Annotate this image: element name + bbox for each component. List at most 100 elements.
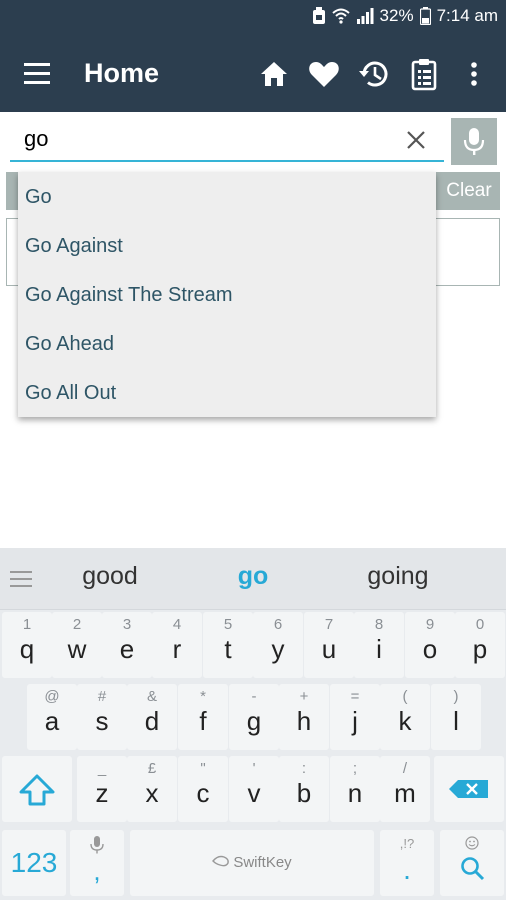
key-hint: 5 (223, 616, 233, 633)
screen: 32% 7:14 am Home go Clear Go Go Against … (0, 0, 506, 900)
key-hint: 9 (425, 616, 435, 633)
keyboard-menu-icon[interactable] (10, 570, 34, 588)
close-icon[interactable] (402, 126, 430, 154)
emoji-icon (465, 836, 479, 855)
key-label: c (196, 778, 210, 808)
key-hint: ( (402, 688, 408, 705)
key-hint: 6 (273, 616, 283, 633)
key-w[interactable]: 2w (52, 612, 102, 678)
key-label: d (144, 706, 160, 736)
key-s[interactable]: # s (77, 684, 127, 750)
suggestion-item[interactable]: Go (18, 173, 436, 222)
comma-label: , (93, 856, 101, 886)
search-key[interactable] (440, 830, 504, 896)
key-d[interactable]: & d (127, 684, 177, 750)
heart-icon[interactable] (306, 56, 342, 92)
key-hint: ' (252, 760, 256, 777)
key-h[interactable]: + h (279, 684, 329, 750)
period-key[interactable]: ,!? . (380, 830, 434, 896)
prediction-right[interactable]: going (350, 562, 446, 591)
key-label: f (199, 706, 207, 736)
key-label: k (398, 706, 412, 736)
wifi-icon (331, 8, 350, 24)
keyboard-brand-logo: SwiftKey (130, 854, 374, 872)
key-hint: @ (44, 688, 60, 705)
key-hint: ; (352, 760, 358, 777)
search-icon (460, 856, 486, 887)
key-label: m (394, 778, 416, 808)
key-label: o (422, 634, 438, 664)
key-label: l (453, 706, 459, 736)
key-label: u (321, 634, 337, 664)
key-label: p (472, 634, 488, 664)
prediction-center[interactable]: go (205, 562, 301, 591)
menu-icon[interactable] (22, 60, 56, 88)
key-hint: * (200, 688, 206, 705)
clipboard-icon[interactable] (406, 56, 442, 92)
status-bar: 32% 7:14 am (0, 0, 506, 36)
clear-button[interactable]: Clear (438, 172, 500, 210)
key-label: s (95, 706, 109, 736)
clock: 7:14 am (436, 6, 498, 25)
suggestion-item[interactable]: Go Against (18, 222, 436, 271)
key-hint: _ (97, 760, 107, 777)
voice-search-button[interactable] (451, 118, 497, 165)
signal-icon (356, 8, 374, 24)
key-k[interactable]: (k (380, 684, 430, 750)
key-label: e (119, 634, 135, 664)
key-p[interactable]: 0p (455, 612, 505, 678)
backspace-icon (434, 780, 504, 826)
key-hint: ) (453, 688, 459, 705)
key-hint: + (299, 688, 309, 705)
key-label: w (67, 634, 87, 664)
more-vert-icon[interactable] (460, 56, 488, 92)
key-hint: 4 (172, 616, 182, 633)
key-a[interactable]: @ a (27, 684, 77, 750)
key-q[interactable]: 1q (2, 612, 52, 678)
key-e[interactable]: 3e (102, 612, 152, 678)
comma-key[interactable]: , (70, 830, 124, 896)
search-input[interactable] (10, 118, 444, 162)
key-o[interactable]: 9o (405, 612, 455, 678)
key-z[interactable]: _ z (77, 756, 127, 822)
key-label: x (145, 778, 159, 808)
key-b[interactable]: :b (279, 756, 329, 822)
suggestion-item[interactable]: Go All Out (18, 369, 436, 418)
key-t[interactable]: 5t (203, 612, 253, 678)
key-label: b (296, 778, 312, 808)
shift-icon (2, 774, 72, 826)
prediction-left[interactable]: good (62, 562, 158, 591)
key-l[interactable]: ) l (431, 684, 481, 750)
suggestion-item[interactable]: Go Ahead (18, 320, 436, 369)
history-icon[interactable] (356, 56, 392, 92)
key-hint: 0 (475, 616, 485, 633)
key-u[interactable]: 7u (304, 612, 354, 678)
key-g[interactable]: -g (229, 684, 279, 750)
search-bar (10, 118, 444, 164)
key-hint: " (200, 760, 206, 777)
key-m[interactable]: / m (380, 756, 430, 822)
key-j[interactable]: = j (330, 684, 380, 750)
key-n[interactable]: ; n (330, 756, 380, 822)
backspace-key[interactable] (434, 756, 504, 822)
key-y[interactable]: 6y (253, 612, 303, 678)
key-f[interactable]: * f (178, 684, 228, 750)
suggestions-dropdown: Go Go Against Go Against The Stream Go A… (18, 172, 436, 417)
key-r[interactable]: 4r (152, 612, 202, 678)
shift-key[interactable] (2, 756, 72, 822)
key-v[interactable]: ' v (229, 756, 279, 822)
battery-percent: 32% (379, 6, 414, 25)
key-x[interactable]: £ x (127, 756, 177, 822)
key-label: q (19, 634, 35, 664)
home-icon[interactable] (256, 56, 292, 92)
key-hint: 8 (374, 616, 384, 633)
key-hint: = (350, 688, 360, 705)
key-c[interactable]: " c (178, 756, 228, 822)
space-key[interactable]: SwiftKey (130, 830, 374, 896)
key-i[interactable]: 8i (354, 612, 404, 678)
suggestion-item[interactable]: Go Against The Stream (18, 271, 436, 320)
notification-icon (312, 7, 326, 25)
numbers-key[interactable]: 123 (2, 830, 66, 896)
key-hint: - (251, 688, 257, 705)
key-label: y (271, 634, 285, 664)
